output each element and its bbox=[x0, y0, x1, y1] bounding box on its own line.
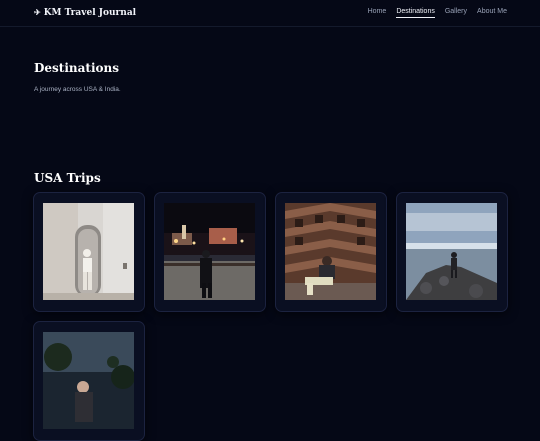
trip-photo-1 bbox=[43, 203, 134, 300]
nav-link-home[interactable]: Home bbox=[368, 8, 387, 18]
page-subtitle: A journey across USA & India. bbox=[34, 86, 121, 93]
top-nav: ✈ KM Travel Journal Home Destinations Gal… bbox=[0, 0, 540, 27]
trip-card-2[interactable] bbox=[154, 192, 266, 312]
trip-card-1[interactable] bbox=[33, 192, 145, 312]
nav-link-destinations[interactable]: Destinations bbox=[396, 8, 435, 18]
trip-photo-3 bbox=[285, 203, 376, 300]
trip-card-4[interactable] bbox=[396, 192, 508, 312]
nav-link-about[interactable]: About Me bbox=[477, 8, 507, 18]
trip-card-5[interactable] bbox=[33, 321, 145, 441]
airplane-icon: ✈ bbox=[34, 7, 41, 17]
trip-card-3[interactable] bbox=[275, 192, 387, 312]
nav-link-gallery[interactable]: Gallery bbox=[445, 8, 467, 18]
brand-logo[interactable]: ✈ KM Travel Journal bbox=[34, 7, 136, 18]
trip-photo-2 bbox=[164, 203, 255, 300]
brand-name: KM Travel Journal bbox=[43, 8, 137, 18]
section-title-usa-trips: USA Trips bbox=[34, 171, 101, 185]
trip-photo-4 bbox=[406, 203, 497, 300]
trip-photo-5 bbox=[43, 332, 134, 429]
nav-links: Home Destinations Gallery About Me bbox=[368, 8, 507, 18]
page-title: Destinations bbox=[34, 61, 119, 75]
